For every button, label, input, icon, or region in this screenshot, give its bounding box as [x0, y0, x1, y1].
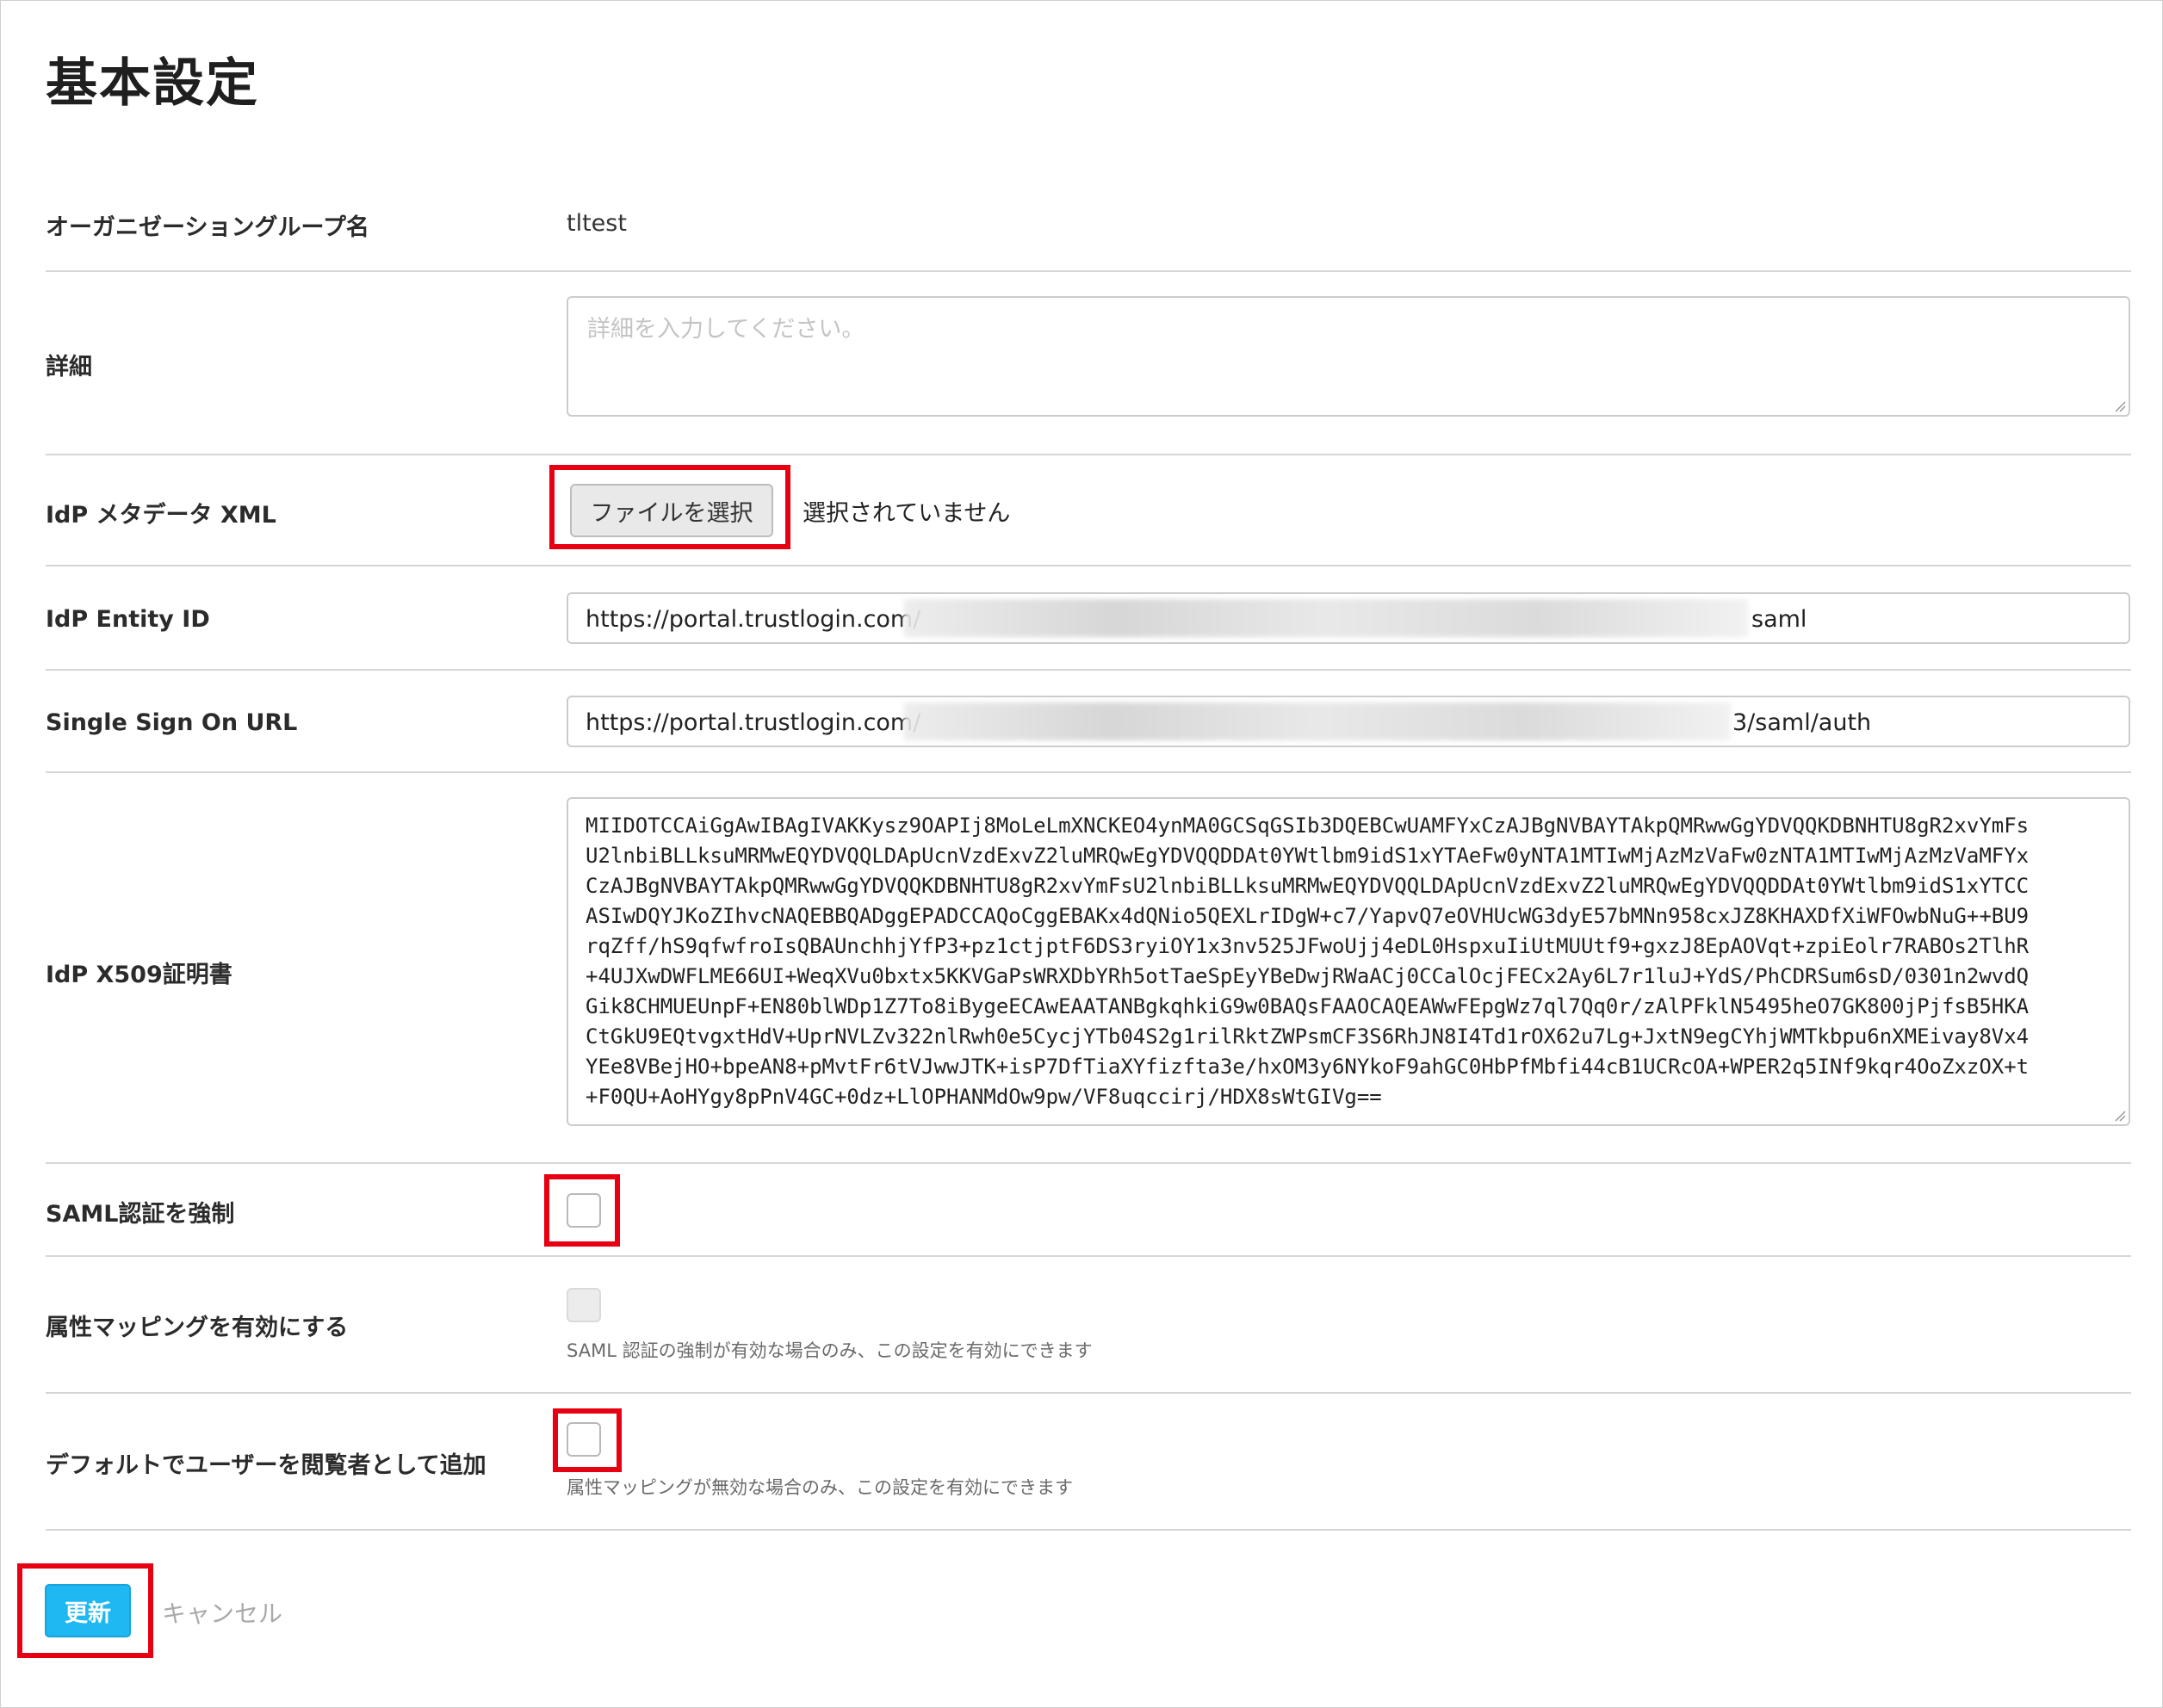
resize-grip-icon[interactable]: [2114, 400, 2126, 412]
cancel-link[interactable]: キャンセル: [162, 1595, 282, 1630]
sso-url-label: Single Sign On URL: [46, 709, 298, 736]
x509-value: MIIDOTCCAiGgAwIBAgIVAKKysz9OAPIj8MoLeLmX…: [586, 814, 2030, 1109]
divider: [46, 771, 2131, 773]
redacted-blur: [904, 702, 1731, 740]
divider: [46, 454, 2131, 455]
divider: [46, 1162, 2131, 1164]
default-viewer-label: デフォルトでユーザーを閲覧者として追加: [46, 1452, 487, 1479]
org-group-label: オーガニゼーショングループ名: [46, 214, 369, 241]
divider: [46, 1392, 2131, 1394]
divider: [46, 565, 2131, 566]
divider: [46, 1255, 2131, 1257]
choose-file-button[interactable]: ファイルを選択: [570, 484, 773, 537]
x509-textarea[interactable]: MIIDOTCCAiGgAwIBAgIVAKKysz9OAPIj8MoLeLmX…: [567, 797, 2130, 1126]
idp-entity-id-input[interactable]: https://portal.trustlogin.com/ saml: [567, 592, 2130, 644]
update-button[interactable]: 更新: [45, 1584, 131, 1637]
saml-enforce-checkbox[interactable]: [567, 1193, 601, 1228]
sso-url-suffix: 3/saml/auth: [1732, 709, 1872, 736]
default-viewer-help: 属性マッピングが無効な場合のみ、この設定を有効にできます: [567, 1477, 1073, 1498]
idp-entity-id-suffix: saml: [1751, 606, 1807, 633]
saml-enforce-label: SAML認証を強制: [46, 1201, 235, 1228]
divider: [46, 270, 2131, 272]
redacted-blur: [904, 599, 1748, 637]
details-label: 詳細: [46, 354, 92, 381]
attr-mapping-checkbox[interactable]: [567, 1288, 601, 1322]
divider: [46, 1529, 2131, 1531]
page-title: 基本設定: [46, 53, 259, 114]
idp-metadata-label: IdP メタデータ XML: [46, 502, 276, 529]
idp-entity-id-prefix: https://portal.trustlogin.com/: [586, 606, 921, 633]
file-status-text: 選択されていません: [803, 500, 1011, 527]
x509-label: IdP X509証明書: [46, 962, 232, 988]
idp-entity-id-label: IdP Entity ID: [46, 606, 210, 633]
default-viewer-checkbox[interactable]: [567, 1422, 601, 1457]
divider: [46, 669, 2131, 671]
sso-url-input[interactable]: https://portal.trustlogin.com/ 3/saml/au…: [567, 696, 2130, 747]
resize-grip-icon[interactable]: [2114, 1110, 2126, 1122]
sso-url-prefix: https://portal.trustlogin.com/: [586, 709, 921, 736]
attr-mapping-help: SAML 認証の強制が有効な場合のみ、この設定を有効にできます: [567, 1340, 1093, 1361]
org-group-value: tltest: [567, 210, 627, 237]
attr-mapping-label: 属性マッピングを有効にする: [46, 1315, 349, 1341]
details-placeholder: 詳細を入力してください。: [587, 316, 865, 343]
details-textarea[interactable]: 詳細を入力してください。: [567, 296, 2130, 417]
